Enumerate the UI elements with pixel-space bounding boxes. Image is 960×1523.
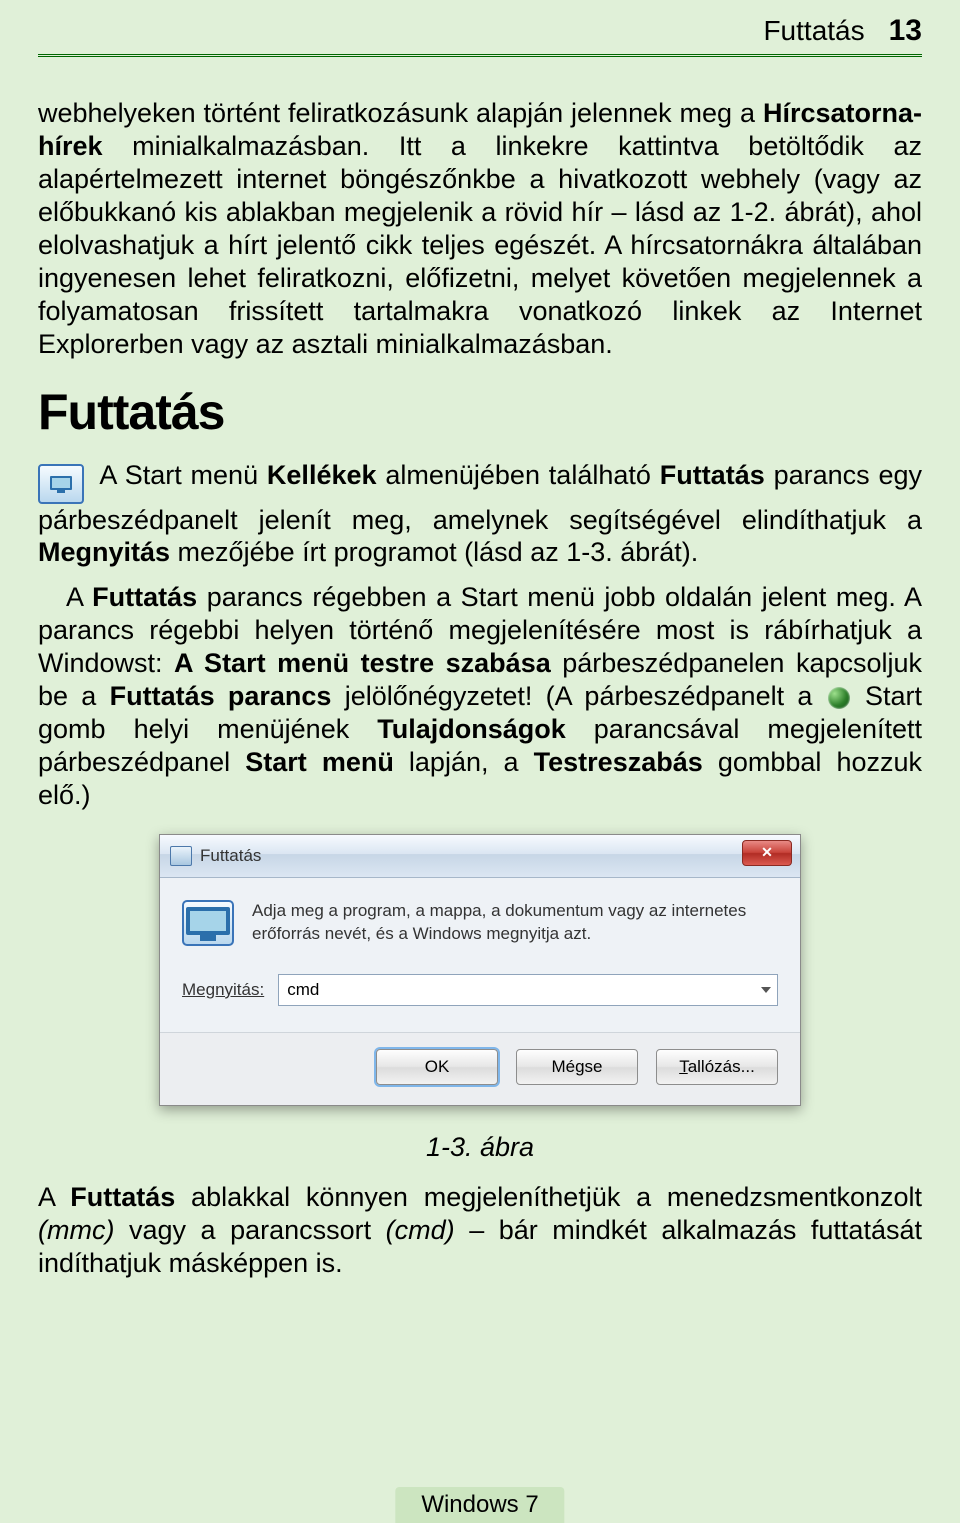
ok-button[interactable]: OK — [376, 1049, 498, 1085]
text: ablakkal könnyen megjeleníthetjük a mene… — [175, 1182, 922, 1212]
text: A — [66, 582, 92, 612]
button-label: Mégse — [551, 1057, 602, 1077]
paragraph-1: webhelyeken történt feliratkozásunk alap… — [38, 97, 922, 361]
bold-text: Kellékek — [267, 460, 377, 490]
run-icon — [182, 900, 234, 946]
bold-text: Futtatás — [70, 1182, 175, 1212]
figure-caption: 1-3. ábra — [38, 1132, 922, 1163]
text: vagy a parancssort — [114, 1215, 385, 1245]
page-number: 13 — [889, 14, 922, 48]
page-header: Futtatás 13 — [38, 14, 922, 48]
text: mezőjébe írt programot (lásd az 1-3. ábr… — [170, 537, 698, 567]
text: A — [38, 1182, 70, 1212]
bold-text: Megnyitás — [38, 537, 170, 567]
bold-text: Tulajdonságok — [377, 714, 566, 744]
run-dialog: Futtatás ✕ Adja meg a program, a mappa, … — [159, 834, 801, 1106]
header-rule — [38, 54, 922, 57]
close-button[interactable]: ✕ — [742, 840, 792, 866]
section-heading: Futtatás — [38, 383, 922, 441]
dialog-title: Futtatás — [200, 846, 261, 866]
cancel-button[interactable]: Mégse — [516, 1049, 638, 1085]
run-icon — [170, 846, 192, 866]
page-footer: Windows 7 — [395, 1487, 564, 1523]
dialog-titlebar[interactable]: Futtatás ✕ — [160, 835, 800, 878]
paragraph-3: A Futtatás parancs régebben a Start menü… — [38, 581, 922, 812]
bold-text: Futtatás — [92, 582, 197, 612]
italic-text: (mmc) — [38, 1215, 114, 1245]
run-icon — [38, 464, 84, 504]
text: webhelyeken történt feliratkozásunk alap… — [38, 98, 763, 128]
dialog-body: Adja meg a program, a mappa, a dokumentu… — [160, 878, 800, 1032]
start-orb-icon — [828, 687, 850, 709]
text: lapján, a — [394, 747, 534, 777]
text: jelölőnégyzetet! (A párbeszédpanelt a — [331, 681, 825, 711]
bold-text: A Start menü testre szabása — [174, 648, 551, 678]
paragraph-2: A Start menü Kellékek almenüjében találh… — [38, 459, 922, 570]
text: minialkalmazásban. Itt a linkekre kattin… — [38, 131, 922, 359]
paragraph-4: A Futtatás ablakkal könnyen megjeleníthe… — [38, 1181, 922, 1280]
close-icon: ✕ — [761, 844, 773, 861]
text: almenüjében található — [377, 460, 660, 490]
bold-text: Futtatás parancs — [110, 681, 332, 711]
dialog-footer: OK Mégse Tallózás... — [160, 1032, 800, 1105]
open-label: Megnyitás: — [182, 980, 264, 1000]
button-label: Tallózás... — [679, 1057, 755, 1077]
bold-text: Futtatás — [660, 460, 765, 490]
bold-text: Testreszabás — [534, 747, 703, 777]
text: A Start menü — [99, 460, 267, 490]
header-title: Futtatás — [763, 15, 864, 47]
open-value: cmd — [287, 980, 319, 1000]
open-combobox[interactable]: cmd — [278, 974, 778, 1006]
button-label: OK — [425, 1057, 450, 1077]
dialog-description: Adja meg a program, a mappa, a dokumentu… — [252, 900, 778, 946]
chevron-down-icon — [761, 987, 771, 993]
italic-text: (cmd) — [386, 1215, 455, 1245]
browse-button[interactable]: Tallózás... — [656, 1049, 778, 1085]
bold-text: Start menü — [245, 747, 394, 777]
